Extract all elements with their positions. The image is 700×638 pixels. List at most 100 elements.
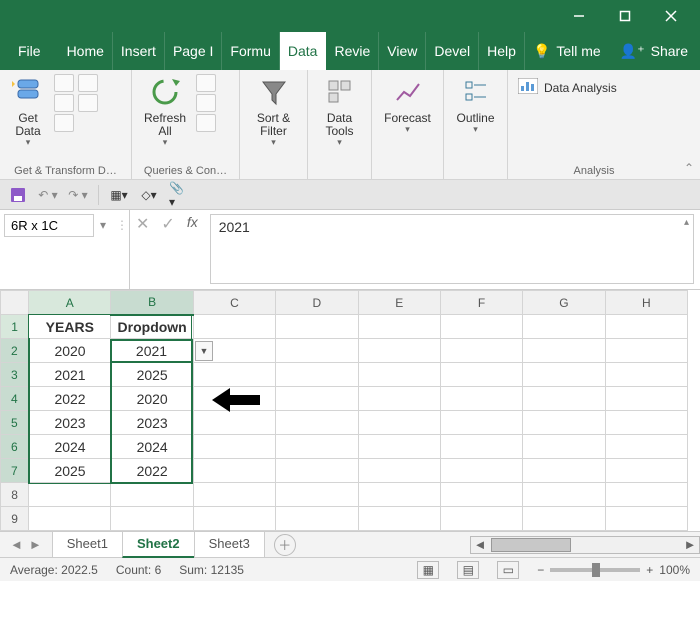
scroll-left-icon[interactable]: ◄	[471, 537, 489, 552]
row-header-8[interactable]: 8	[1, 483, 29, 507]
zoom-out-icon[interactable]: −	[537, 563, 544, 577]
spreadsheet-grid[interactable]: A B C D E F G H 1 YEARS Dropdown 2 2020 …	[0, 290, 700, 531]
cell[interactable]	[523, 483, 605, 507]
cell-A7[interactable]: 2025	[29, 459, 111, 483]
cell[interactable]	[29, 483, 111, 507]
cell[interactable]	[440, 459, 522, 483]
cell[interactable]	[276, 363, 358, 387]
cell[interactable]	[440, 435, 522, 459]
scroll-right-icon[interactable]: ►	[681, 537, 699, 552]
forecast-button[interactable]: Forecast ▾	[378, 74, 437, 137]
cell-A5[interactable]: 2023	[29, 411, 111, 435]
cell[interactable]	[29, 507, 111, 531]
row-header-3[interactable]: 3	[1, 363, 29, 387]
cell[interactable]	[276, 483, 358, 507]
col-header-H[interactable]: H	[605, 291, 687, 315]
tab-formulas[interactable]: Formu	[222, 32, 279, 70]
cell[interactable]	[440, 363, 522, 387]
fx-icon[interactable]: fx	[187, 214, 198, 230]
qa-custom2-icon[interactable]: ◇▾	[139, 185, 159, 205]
sheet-tab-2[interactable]: Sheet2	[122, 532, 195, 558]
from-web-icon[interactable]	[54, 94, 74, 112]
minimize-button[interactable]	[556, 0, 602, 32]
cell[interactable]	[276, 507, 358, 531]
cell[interactable]	[358, 435, 440, 459]
cell[interactable]	[605, 483, 687, 507]
zoom-in-icon[interactable]: +	[646, 563, 653, 577]
tell-me[interactable]: 💡 Tell me	[533, 43, 601, 60]
existing-connections-icon[interactable]	[78, 94, 98, 112]
cell[interactable]	[276, 387, 358, 411]
cell[interactable]	[440, 483, 522, 507]
close-button[interactable]	[648, 0, 694, 32]
qa-custom1-icon[interactable]: ▦▾	[109, 185, 129, 205]
cell[interactable]	[276, 411, 358, 435]
tab-view[interactable]: View	[379, 32, 426, 70]
cell[interactable]	[358, 483, 440, 507]
cell[interactable]	[111, 507, 193, 531]
zoom-level[interactable]: 100%	[659, 563, 690, 577]
cell-B2[interactable]	[111, 339, 193, 363]
formula-input[interactable]: 2021 ▴	[210, 214, 694, 284]
row-header-9[interactable]: 9	[1, 507, 29, 531]
cell[interactable]	[523, 315, 605, 339]
select-all-corner[interactable]	[1, 291, 29, 315]
cell[interactable]	[440, 411, 522, 435]
col-header-G[interactable]: G	[523, 291, 605, 315]
cell-B4[interactable]: 2020	[111, 387, 193, 411]
tab-insert[interactable]: Insert	[113, 32, 165, 70]
from-table-icon[interactable]	[54, 114, 74, 132]
recent-sources-icon[interactable]	[78, 74, 98, 92]
tab-page-layout[interactable]: Page I	[165, 32, 222, 70]
namebox-more-icon[interactable]: ⋮	[116, 218, 128, 232]
cell-B6[interactable]: 2024	[111, 435, 193, 459]
cell[interactable]	[523, 363, 605, 387]
name-box[interactable]	[4, 214, 94, 237]
cell-B5[interactable]: 2023	[111, 411, 193, 435]
tab-help[interactable]: Help	[479, 32, 525, 70]
cell[interactable]	[276, 315, 358, 339]
zoom-control[interactable]: − + 100%	[537, 563, 690, 577]
cell[interactable]	[193, 363, 275, 387]
tab-review[interactable]: Revie	[326, 32, 379, 70]
cell[interactable]	[605, 411, 687, 435]
sheet-tab-1[interactable]: Sheet1	[52, 532, 123, 558]
cell[interactable]	[358, 459, 440, 483]
zoom-thumb[interactable]	[592, 563, 600, 577]
tab-data[interactable]: Data	[280, 32, 327, 70]
sheet-nav-prev-icon[interactable]: ◄	[10, 537, 23, 552]
cell[interactable]	[440, 315, 522, 339]
cell-A2[interactable]: 2020	[29, 339, 111, 363]
cell[interactable]	[605, 435, 687, 459]
cell[interactable]	[440, 387, 522, 411]
col-header-C[interactable]: C	[193, 291, 275, 315]
cancel-icon[interactable]: ✕	[136, 214, 149, 234]
cell[interactable]	[358, 507, 440, 531]
get-data-button[interactable]: Get Data ▾	[6, 74, 50, 150]
cell[interactable]	[605, 363, 687, 387]
sort-filter-button[interactable]: Sort & Filter ▾	[246, 74, 301, 150]
cell[interactable]	[440, 339, 522, 363]
maximize-button[interactable]	[602, 0, 648, 32]
attach-icon[interactable]: 📎▾	[169, 185, 189, 205]
file-tab[interactable]: File	[0, 32, 59, 70]
col-header-F[interactable]: F	[440, 291, 522, 315]
cell-B3[interactable]: 2025	[111, 363, 193, 387]
from-text-icon[interactable]	[54, 74, 74, 92]
cell-B7[interactable]: 2022	[111, 459, 193, 483]
col-header-E[interactable]: E	[358, 291, 440, 315]
cell[interactable]	[193, 315, 275, 339]
cell[interactable]	[276, 339, 358, 363]
row-header-4[interactable]: 4	[1, 387, 29, 411]
edit-links-icon[interactable]	[196, 114, 216, 132]
cell[interactable]	[111, 483, 193, 507]
cell[interactable]	[523, 339, 605, 363]
cell-A6[interactable]: 2024	[29, 435, 111, 459]
cell-A3[interactable]: 2021	[29, 363, 111, 387]
cell[interactable]	[523, 387, 605, 411]
share-button[interactable]: 👤⁺ Share	[620, 43, 688, 60]
col-header-D[interactable]: D	[276, 291, 358, 315]
cell[interactable]	[605, 459, 687, 483]
cell[interactable]	[523, 459, 605, 483]
cell[interactable]	[193, 459, 275, 483]
